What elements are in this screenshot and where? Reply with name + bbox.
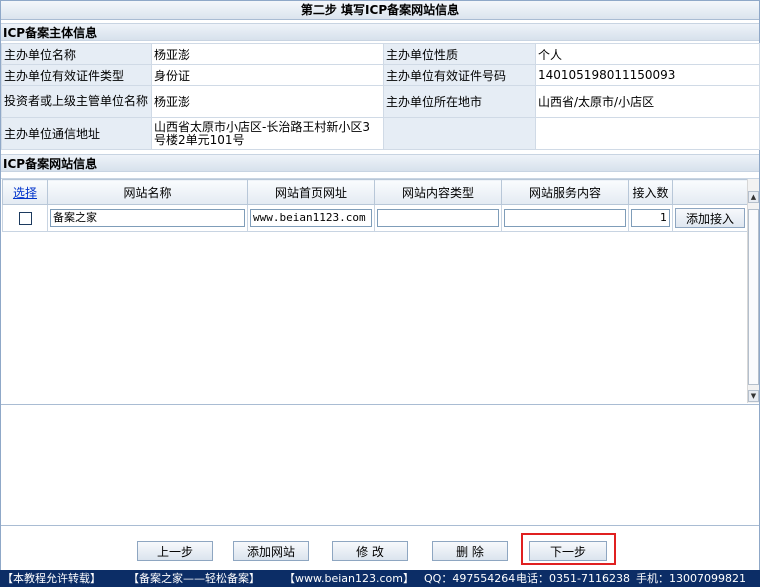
select-cell: [2, 204, 48, 232]
url-column-header: 网站首页网址: [247, 179, 375, 205]
name-cell: 备案之家: [47, 204, 248, 232]
scroll-thumb[interactable]: [748, 209, 759, 385]
grid-scrollbar[interactable]: ▲ ▼: [747, 179, 759, 403]
access-count-column-header: 接入数: [628, 179, 673, 205]
scroll-down-button[interactable]: ▼: [748, 390, 759, 402]
add-access-button[interactable]: 添加接入: [675, 208, 745, 228]
service-column-header: 网站服务内容: [501, 179, 629, 205]
banner-item: 【本教程允许转载】: [2, 572, 101, 585]
info-value: 杨亚澎: [151, 85, 384, 118]
icp-wizard-window: 第二步 填写ICP备案网站信息 ICP备案主体信息 主办单位名称 杨亚澎 主办单…: [0, 0, 760, 571]
table-row: 备案之家 www.beian1123.com 1 添加接入: [2, 204, 748, 232]
info-value: 山西省太原市小店区-长治路王村新小区3号楼2单元101号: [151, 117, 384, 150]
content-type-input[interactable]: [377, 209, 499, 227]
name-column-header: 网站名称: [47, 179, 248, 205]
site-grid: 选择 网站名称 网站首页网址 网站内容类型 网站服务内容 接入数 备案之家 ww…: [1, 178, 759, 405]
content-type-cell: [374, 204, 502, 232]
site-table: 选择 网站名称 网站首页网址 网站内容类型 网站服务内容 接入数 备案之家 ww…: [2, 179, 748, 232]
info-label: 投资者或上级主管单位名称: [1, 85, 152, 118]
info-row: 主办单位有效证件类型 身份证 主办单位有效证件号码 14010519801115…: [1, 64, 760, 86]
tutorial-banner: 【本教程允许转载】 【备案之家——轻松备案】 【www.beian123.com…: [0, 570, 760, 587]
action-cell: 添加接入: [672, 204, 748, 232]
prev-step-button[interactable]: 上一步: [137, 541, 213, 561]
info-value: 杨亚澎: [151, 43, 384, 65]
select-column-header[interactable]: 选择: [2, 179, 48, 205]
url-cell: www.beian1123.com: [247, 204, 375, 232]
next-step-highlight: [521, 533, 616, 565]
info-value: 身份证: [151, 64, 384, 86]
site-name-input[interactable]: 备案之家: [50, 209, 245, 227]
footer-divider: [1, 525, 759, 526]
info-value: 山西省/太原市/小店区: [535, 85, 760, 118]
window-title: 第二步 填写ICP备案网站信息: [1, 1, 759, 20]
add-site-button[interactable]: 添加网站: [233, 541, 309, 561]
info-label: 主办单位所在地市: [383, 85, 536, 118]
info-value: 个人: [535, 43, 760, 65]
row-checkbox[interactable]: [18, 212, 32, 225]
edit-button[interactable]: 修 改: [332, 541, 408, 561]
info-label: 主办单位有效证件号码: [383, 64, 536, 86]
info-label: 主办单位性质: [383, 43, 536, 65]
info-label: 主办单位名称: [1, 43, 152, 65]
subject-section-heading: ICP备案主体信息: [1, 23, 759, 41]
select-all-link[interactable]: 选择: [13, 186, 37, 200]
banner-item: 【备案之家——轻松备案】: [128, 572, 260, 585]
info-value: [535, 117, 760, 150]
subject-info-table: 主办单位名称 杨亚澎 主办单位性质 个人 主办单位有效证件类型 身份证 主办单位…: [1, 43, 760, 150]
banner-item: 手机：13007099821: [636, 572, 746, 585]
banner-item: 电话：0351-7116238: [516, 572, 630, 585]
info-label: [383, 117, 536, 150]
info-row: 主办单位名称 杨亚澎 主办单位性质 个人: [1, 43, 760, 65]
scroll-up-button[interactable]: ▲: [748, 191, 759, 203]
site-table-header: 选择 网站名称 网站首页网址 网站内容类型 网站服务内容 接入数: [2, 179, 748, 205]
info-label: 主办单位通信地址: [1, 117, 152, 150]
info-value: 140105198011150093: [535, 64, 760, 86]
action-column-header: [672, 179, 748, 205]
site-url-input[interactable]: www.beian1123.com: [250, 209, 372, 227]
service-input[interactable]: [504, 209, 626, 227]
access-count-input[interactable]: 1: [631, 209, 670, 227]
info-row: 主办单位通信地址 山西省太原市小店区-长治路王村新小区3号楼2单元101号: [1, 117, 760, 150]
banner-item: 【www.beian123.com】: [284, 572, 414, 585]
content-type-column-header: 网站内容类型: [374, 179, 502, 205]
banner-item: QQ：497554264: [424, 572, 516, 585]
service-cell: [501, 204, 629, 232]
access-count-cell: 1: [628, 204, 673, 232]
delete-button[interactable]: 删 除: [432, 541, 508, 561]
site-section-heading: ICP备案网站信息: [1, 154, 759, 172]
info-label: 主办单位有效证件类型: [1, 64, 152, 86]
info-row: 投资者或上级主管单位名称 杨亚澎 主办单位所在地市 山西省/太原市/小店区: [1, 85, 760, 118]
